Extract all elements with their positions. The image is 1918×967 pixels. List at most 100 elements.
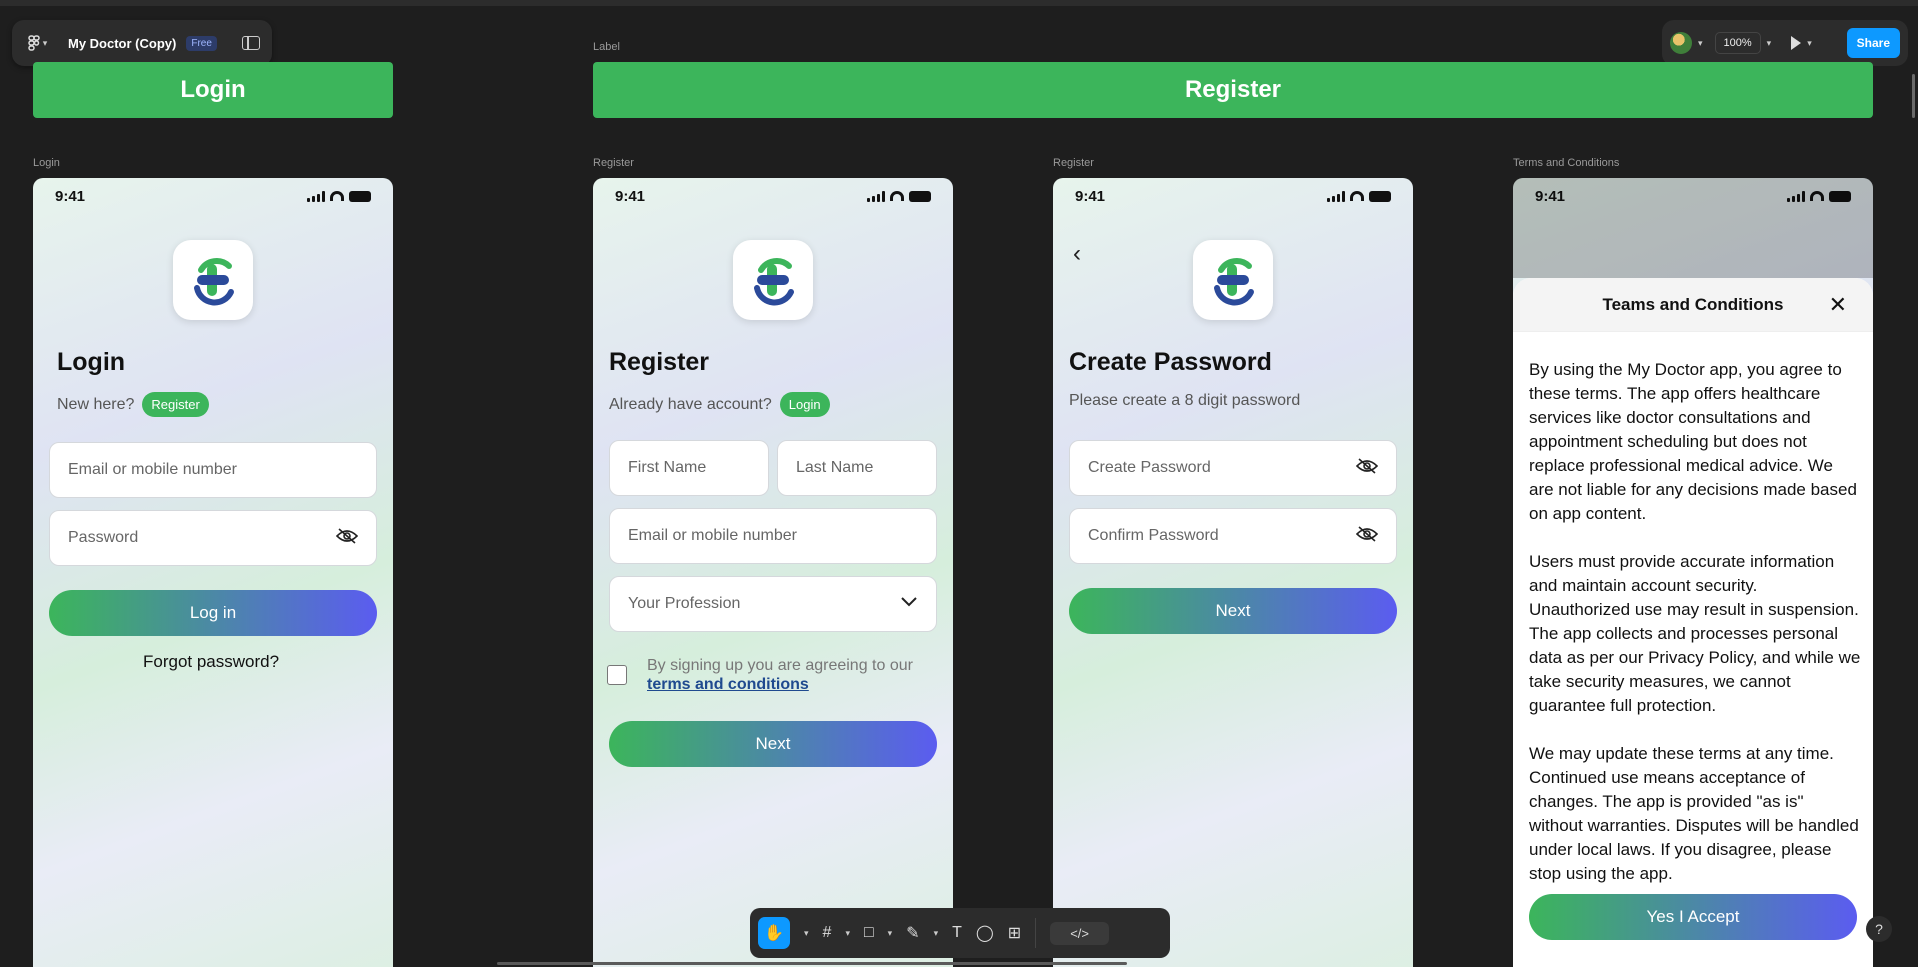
- register-screen[interactable]: 9:41 Register Already have account? Logi…: [593, 178, 953, 967]
- chevron-down-icon[interactable]: ▾: [1767, 38, 1772, 49]
- pen-tool-icon[interactable]: ✎: [906, 923, 919, 943]
- terms-paragraph: By using the My Doctor app, you agree to…: [1529, 360, 1857, 523]
- chevron-down-icon[interactable]: ▾: [1698, 38, 1703, 49]
- top-bar: [0, 0, 1918, 6]
- chevron-down-icon: [900, 595, 918, 613]
- frame-label-terms[interactable]: Terms and Conditions: [1513, 157, 1619, 169]
- next-button[interactable]: Next: [1069, 588, 1397, 634]
- signal-icon: [307, 190, 325, 202]
- battery-icon: [349, 190, 371, 202]
- email-placeholder: Email or mobile number: [68, 461, 237, 478]
- login-screen[interactable]: 9:41 Login New here? Register Email or m…: [33, 178, 393, 967]
- register-link-button[interactable]: Register: [142, 392, 209, 417]
- register-banner[interactable]: Register: [593, 62, 1873, 118]
- first-name-placeholder: First Name: [628, 459, 707, 476]
- status-bar: 9:41: [593, 178, 953, 214]
- file-name[interactable]: My Doctor (Copy): [68, 36, 176, 51]
- right-toolbar: ▾ 100% ▾ ▾ Share: [1662, 20, 1908, 66]
- chevron-down-icon[interactable]: ▾: [934, 928, 939, 939]
- sheet-header: Teams and Conditions ✕: [1513, 278, 1873, 332]
- chevron-down-icon: ▾: [42, 37, 48, 48]
- login-subtitle: New here? Register: [57, 392, 209, 417]
- password-subtitle: Please create a 8 digit password: [1069, 392, 1300, 410]
- chevron-down-icon[interactable]: ▾: [888, 928, 893, 939]
- last-name-field[interactable]: Last Name: [777, 440, 937, 496]
- chevron-down-icon[interactable]: ▾: [804, 928, 809, 939]
- battery-icon: [909, 190, 931, 202]
- file-menu-block: ▾ My Doctor (Copy) Free: [12, 20, 272, 66]
- subtitle-text: Already have account?: [609, 395, 772, 413]
- terms-agreement: By signing up you are agreeing to our te…: [647, 656, 937, 694]
- text-tool-icon[interactable]: T: [952, 924, 962, 942]
- share-button[interactable]: Share: [1846, 28, 1900, 58]
- terms-checkbox[interactable]: [607, 665, 627, 685]
- status-time: 9:41: [615, 187, 646, 205]
- page-title: Login: [57, 348, 126, 376]
- app-logo: [173, 240, 253, 320]
- avatar[interactable]: [1670, 32, 1692, 54]
- zoom-level[interactable]: 100%: [1714, 32, 1761, 54]
- password-placeholder: Password: [68, 529, 139, 546]
- frame-label[interactable]: Label: [593, 41, 620, 53]
- create-password-field[interactable]: Create Password: [1069, 440, 1397, 496]
- page-title: Register: [609, 348, 710, 376]
- app-logo: [733, 240, 813, 320]
- frame-label-register[interactable]: Register: [593, 157, 634, 169]
- first-name-field[interactable]: First Name: [609, 440, 769, 496]
- email-placeholder: Email or mobile number: [628, 527, 797, 544]
- vertical-scrollbar[interactable]: [1912, 74, 1915, 118]
- chevron-down-icon[interactable]: ▾: [1807, 38, 1812, 49]
- components-icon[interactable]: ⊞: [1008, 923, 1021, 943]
- frame-label-login[interactable]: Login: [33, 157, 60, 169]
- comment-tool-icon[interactable]: ◯: [976, 923, 994, 943]
- chevron-down-icon[interactable]: ▾: [845, 928, 850, 939]
- terms-link[interactable]: terms and conditions: [647, 676, 809, 693]
- figma-menu-icon[interactable]: ▾: [24, 30, 50, 56]
- wifi-icon: [330, 191, 344, 201]
- dev-mode-icon[interactable]: </>: [1050, 921, 1109, 945]
- confirm-password-field[interactable]: Confirm Password: [1069, 508, 1397, 564]
- login-banner[interactable]: Login: [33, 62, 393, 118]
- agree-text: By signing up you are agreeing to our: [647, 657, 913, 674]
- frame-label-password[interactable]: Register: [1053, 157, 1094, 169]
- toggle-sidebar-icon[interactable]: [242, 36, 260, 50]
- frame-tool-icon[interactable]: #: [823, 924, 832, 942]
- accept-button[interactable]: Yes I Accept: [1529, 894, 1857, 940]
- signal-icon: [867, 190, 885, 202]
- subtitle-text: Please create a 8 digit password: [1069, 392, 1301, 409]
- status-time: 9:41: [1075, 187, 1106, 205]
- figma-canvas[interactable]: ▾ My Doctor (Copy) Free ▾ 100% ▾ ▾ Share…: [0, 0, 1918, 967]
- email-field[interactable]: Email or mobile number: [49, 442, 377, 498]
- horizontal-scrollbar[interactable]: [497, 962, 1127, 965]
- login-button[interactable]: Log in: [49, 590, 377, 636]
- login-link-button[interactable]: Login: [779, 392, 830, 417]
- battery-icon: [1369, 190, 1391, 202]
- forgot-password-link[interactable]: Forgot password?: [143, 652, 279, 672]
- eye-off-icon[interactable]: [1355, 457, 1379, 479]
- profession-select[interactable]: Your Profession: [609, 576, 937, 632]
- page-title: Create Password: [1069, 348, 1272, 376]
- present-play-icon[interactable]: [1791, 36, 1802, 50]
- terms-text: By using the My Doctor app, you agree to…: [1529, 358, 1861, 910]
- create-password-screen[interactable]: 9:41 ‹ Create Password Please create a 8…: [1053, 178, 1413, 967]
- eye-off-icon[interactable]: [335, 527, 359, 549]
- help-icon[interactable]: ?: [1866, 916, 1892, 942]
- confirm-password-placeholder: Confirm Password: [1088, 527, 1219, 544]
- bottom-toolbar: ✋ ▾ # ▾ □ ▾ ✎ ▾ T ◯ ⊞ </>: [750, 908, 1170, 958]
- email-field[interactable]: Email or mobile number: [609, 508, 937, 564]
- sheet-title: Teams and Conditions: [1602, 294, 1784, 314]
- divider: [1035, 918, 1037, 948]
- close-icon[interactable]: ✕: [1829, 292, 1847, 318]
- eye-off-icon[interactable]: [1355, 525, 1379, 547]
- next-button[interactable]: Next: [609, 721, 937, 767]
- hand-tool-icon[interactable]: ✋: [758, 917, 790, 949]
- back-chevron-icon[interactable]: ‹: [1073, 240, 1081, 268]
- terms-screen[interactable]: 9:41 Teams and Conditions ✕ By using the…: [1513, 178, 1873, 967]
- password-field[interactable]: Password: [49, 510, 377, 566]
- app-logo: [1193, 240, 1273, 320]
- status-time: 9:41: [55, 187, 86, 205]
- status-bar: 9:41: [1053, 178, 1413, 214]
- dim-overlay: [1513, 178, 1873, 278]
- terms-paragraph: Users must provide accurate information …: [1529, 552, 1861, 715]
- rectangle-tool-icon[interactable]: □: [864, 924, 874, 942]
